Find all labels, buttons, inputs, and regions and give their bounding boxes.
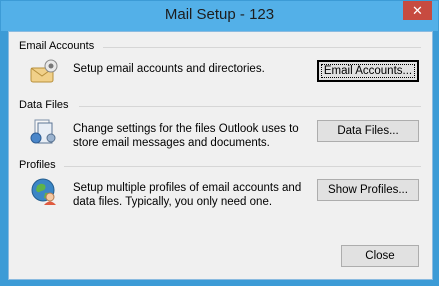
data-files-description-line1: Change settings for the files Outlook us…: [73, 123, 299, 135]
window-title: Mail Setup - 123: [164, 6, 275, 23]
show-profiles-button[interactable]: Show Profiles...: [317, 179, 419, 201]
profiles-separator: [64, 166, 421, 167]
email-accounts-button-label: Email Accounts...: [323, 65, 413, 77]
profiles-description-line2: data files. Typically, you only need one…: [73, 196, 273, 208]
mail-icon: [29, 56, 59, 86]
data-files-group-label: Data Files: [19, 99, 69, 111]
title-bar[interactable]: Mail Setup - 123 ✕: [1, 1, 438, 31]
email-accounts-description: Setup email accounts and directories.: [73, 63, 265, 75]
profiles-group-label: Profiles: [19, 159, 56, 171]
close-button[interactable]: Close: [341, 245, 419, 267]
data-files-description-line2: store email messages and documents.: [73, 137, 270, 149]
email-accounts-separator: [103, 47, 421, 48]
email-accounts-group-label: Email Accounts: [19, 40, 95, 52]
profiles-icon: [29, 176, 59, 206]
profiles-description-line1: Setup multiple profiles of email account…: [73, 182, 302, 194]
mail-setup-window: Mail Setup - 123 ✕ Email Accounts Setup …: [0, 0, 439, 286]
email-accounts-button[interactable]: Email Accounts...: [317, 60, 419, 82]
data-files-icon: [29, 116, 59, 146]
data-files-button[interactable]: Data Files...: [317, 120, 419, 142]
dialog-client-area: Email Accounts Setup email accounts and …: [8, 31, 433, 280]
window-close-button[interactable]: ✕: [403, 1, 432, 20]
data-files-separator: [79, 106, 421, 107]
